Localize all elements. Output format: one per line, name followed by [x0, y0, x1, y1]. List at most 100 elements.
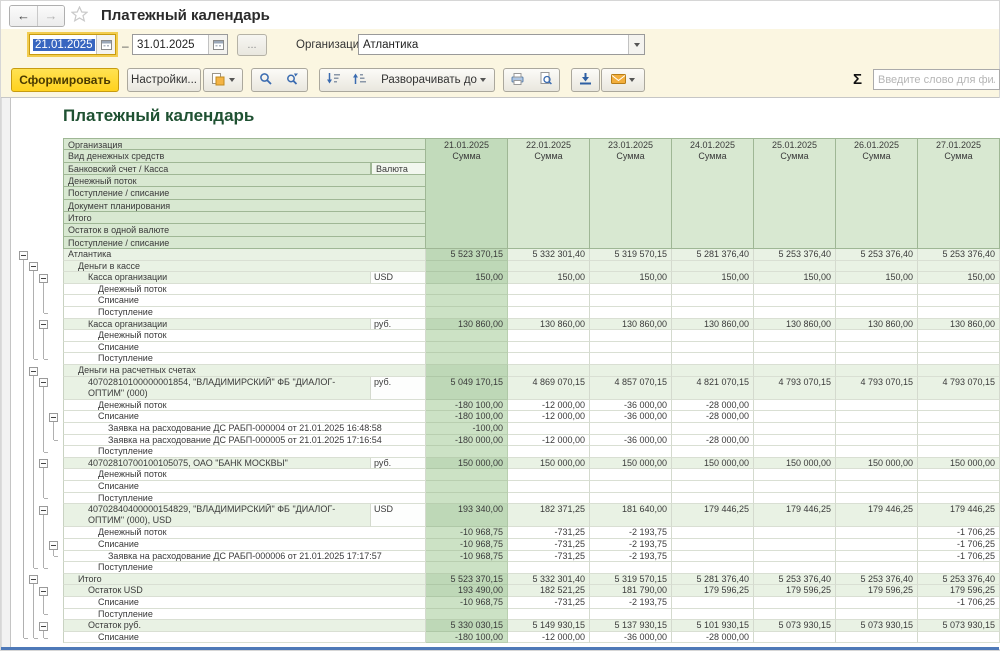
value-cell[interactable]: [918, 609, 1000, 621]
value-cell[interactable]: [754, 493, 836, 505]
value-cell[interactable]: [836, 539, 918, 551]
tree-expander-minus[interactable]: [39, 622, 48, 631]
value-cell[interactable]: [508, 353, 590, 365]
tree-expander-minus[interactable]: [39, 378, 48, 387]
value-cell[interactable]: [836, 365, 918, 377]
row-label[interactable]: Заявка на расходование ДС РАБП-000004 от…: [63, 423, 426, 435]
tree-expander-minus[interactable]: [29, 367, 38, 376]
value-cell[interactable]: [918, 632, 1000, 644]
value-cell[interactable]: [754, 609, 836, 621]
value-cell[interactable]: [836, 353, 918, 365]
value-cell[interactable]: -1 706,25: [918, 527, 1000, 539]
sum-sigma-icon[interactable]: Σ: [853, 71, 862, 88]
value-cell[interactable]: -180 100,00: [426, 632, 508, 644]
value-cell[interactable]: [672, 609, 754, 621]
value-cell[interactable]: [836, 423, 918, 435]
row-label[interactable]: Списание: [63, 539, 426, 551]
value-cell[interactable]: [754, 400, 836, 412]
row-label[interactable]: Атлантика: [63, 249, 426, 261]
value-cell[interactable]: [508, 423, 590, 435]
value-cell[interactable]: [836, 551, 918, 563]
value-cell[interactable]: -2 193,75: [590, 597, 672, 609]
value-cell[interactable]: [426, 562, 508, 574]
value-cell[interactable]: [836, 295, 918, 307]
value-cell[interactable]: [918, 481, 1000, 493]
value-cell[interactable]: [754, 632, 836, 644]
value-cell[interactable]: [754, 261, 836, 273]
tree-expander-minus[interactable]: [39, 274, 48, 283]
value-cell[interactable]: [426, 469, 508, 481]
value-cell[interactable]: [754, 539, 836, 551]
value-cell[interactable]: [836, 609, 918, 621]
value-cell[interactable]: [918, 307, 1000, 319]
value-cell[interactable]: [590, 307, 672, 319]
row-label[interactable]: Денежный поток: [63, 284, 426, 296]
value-cell[interactable]: -28 000,00: [672, 400, 754, 412]
value-cell[interactable]: [672, 284, 754, 296]
value-cell[interactable]: [754, 481, 836, 493]
value-cell[interactable]: 5 253 376,40: [918, 249, 1000, 261]
value-cell[interactable]: [918, 400, 1000, 412]
value-cell[interactable]: [754, 597, 836, 609]
value-cell[interactable]: 5 523 370,15: [426, 574, 508, 586]
value-cell[interactable]: -10 968,75: [426, 539, 508, 551]
value-cell[interactable]: 150,00: [672, 272, 754, 284]
value-cell[interactable]: -28 000,00: [672, 435, 754, 447]
value-cell[interactable]: [590, 481, 672, 493]
row-label[interactable]: Остаток руб.: [63, 620, 426, 632]
value-cell[interactable]: 182 371,25: [508, 504, 590, 527]
expand-groups-button[interactable]: [346, 68, 374, 92]
value-cell[interactable]: [672, 423, 754, 435]
value-cell[interactable]: [672, 295, 754, 307]
save-button[interactable]: [571, 68, 600, 92]
value-cell[interactable]: [918, 284, 1000, 296]
value-cell[interactable]: 5 523 370,15: [426, 249, 508, 261]
value-cell[interactable]: [754, 551, 836, 563]
value-cell[interactable]: -731,25: [508, 527, 590, 539]
value-cell[interactable]: -36 000,00: [590, 632, 672, 644]
value-cell[interactable]: 4 869 070,15: [508, 377, 590, 400]
value-cell[interactable]: [672, 261, 754, 273]
currency-cell[interactable]: USD: [371, 504, 426, 527]
value-cell[interactable]: -10 968,75: [426, 551, 508, 563]
value-cell[interactable]: [672, 342, 754, 354]
value-cell[interactable]: 150,00: [754, 272, 836, 284]
value-cell[interactable]: 5 073 930,15: [754, 620, 836, 632]
expand-to-dropdown[interactable]: Разворачивать до: [373, 68, 495, 92]
row-label[interactable]: Деньги в кассе: [63, 261, 426, 273]
currency-cell[interactable]: руб.: [371, 319, 426, 331]
row-label[interactable]: 40702810100000001854, "ВЛАДИМИРСКИЙ" ФБ …: [63, 377, 371, 400]
value-cell[interactable]: 150,00: [426, 272, 508, 284]
tree-expander-minus[interactable]: [29, 262, 38, 271]
value-cell[interactable]: [672, 481, 754, 493]
value-cell[interactable]: 150,00: [590, 272, 672, 284]
generate-button[interactable]: Сформировать: [11, 68, 119, 92]
value-cell[interactable]: [508, 469, 590, 481]
value-cell[interactable]: [672, 551, 754, 563]
period-more-button[interactable]: ...: [237, 34, 267, 56]
value-cell[interactable]: [918, 330, 1000, 342]
print-preview-button[interactable]: [531, 68, 560, 92]
value-cell[interactable]: 181 790,00: [590, 585, 672, 597]
value-cell[interactable]: -180 100,00: [426, 411, 508, 423]
value-cell[interactable]: 5 332 301,40: [508, 574, 590, 586]
settings-button[interactable]: Настройки...: [127, 68, 201, 92]
row-label[interactable]: Поступление: [63, 307, 426, 319]
value-cell[interactable]: [754, 527, 836, 539]
value-cell[interactable]: [590, 423, 672, 435]
value-cell[interactable]: 150,00: [508, 272, 590, 284]
value-cell[interactable]: [754, 423, 836, 435]
value-cell[interactable]: [672, 353, 754, 365]
report-variants-button[interactable]: [203, 68, 243, 92]
value-cell[interactable]: -28 000,00: [672, 632, 754, 644]
value-cell[interactable]: 5 101 930,15: [672, 620, 754, 632]
value-cell[interactable]: [672, 493, 754, 505]
value-cell[interactable]: 5 149 930,15: [508, 620, 590, 632]
row-label[interactable]: Поступление: [63, 446, 426, 458]
tree-expander-minus[interactable]: [29, 575, 38, 584]
value-cell[interactable]: 150 000,00: [672, 458, 754, 470]
value-cell[interactable]: [426, 261, 508, 273]
value-cell[interactable]: [672, 539, 754, 551]
value-cell[interactable]: [918, 261, 1000, 273]
value-cell[interactable]: 4 793 070,15: [754, 377, 836, 400]
